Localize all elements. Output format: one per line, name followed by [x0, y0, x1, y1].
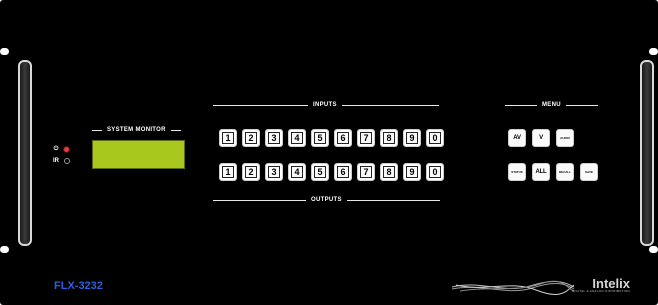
output-button-6[interactable]: 6 — [334, 163, 352, 181]
system-monitor-title: SYSTEM MONITOR — [107, 127, 166, 133]
output-button-2[interactable]: 2 — [242, 163, 260, 181]
menu-heading: MENU — [505, 102, 598, 108]
outputs-title: OUTPUTS — [311, 197, 342, 203]
brand-logo: Intelix DIGITAL & ANALOG DISTRIBUTION — [450, 276, 630, 296]
input-button-7[interactable]: 7 — [357, 129, 375, 147]
model-label: FLX-3232 — [54, 280, 103, 292]
rack-mount-hole — [0, 48, 9, 55]
divider — [346, 199, 440, 201]
video-button[interactable]: V — [532, 129, 550, 147]
rack-mount-hole — [649, 48, 658, 55]
output-button-1[interactable]: 1 — [219, 163, 237, 181]
ir-status: IR — [52, 156, 70, 166]
input-button-8[interactable]: 8 — [380, 129, 398, 147]
divider — [213, 199, 306, 201]
matrix-switcher-front-panel: ⏻ IR SYSTEM MONITOR INPUTS 1 2 3 4 5 6 7… — [0, 0, 658, 305]
output-button-7[interactable]: 7 — [357, 163, 375, 181]
brand-tagline: DIGITAL & ANALOG DISTRIBUTION — [571, 289, 630, 293]
divider — [92, 129, 102, 131]
menu-button-row-2: STATUS ALL RECALL SAVE — [508, 163, 598, 181]
status-indicators: ⏻ IR — [52, 144, 70, 168]
right-rack-ear — [640, 38, 658, 266]
divider — [170, 129, 181, 131]
input-button-5[interactable]: 5 — [311, 129, 329, 147]
inputs-heading: INPUTS — [213, 102, 439, 108]
rack-mount-hole — [649, 246, 658, 253]
save-button[interactable]: SAVE — [580, 163, 598, 181]
lcd-display — [92, 140, 185, 169]
recall-button[interactable]: RECALL — [556, 163, 574, 181]
power-status: ⏻ — [52, 144, 70, 154]
output-button-5[interactable]: 5 — [311, 163, 329, 181]
system-monitor-heading: SYSTEM MONITOR — [92, 127, 181, 133]
divider — [213, 104, 308, 106]
right-rack-handle[interactable] — [640, 60, 654, 246]
divider — [341, 104, 439, 106]
audio-button[interactable]: AUDIO — [556, 129, 574, 147]
output-button-8[interactable]: 8 — [380, 163, 398, 181]
rack-mount-hole — [0, 246, 9, 253]
input-button-1[interactable]: 1 — [219, 129, 237, 147]
power-icon: ⏻ — [53, 145, 59, 152]
output-button-9[interactable]: 9 — [403, 163, 421, 181]
input-button-4[interactable]: 4 — [288, 129, 306, 147]
menu-button-row-1: AV V AUDIO — [508, 129, 574, 147]
all-button[interactable]: ALL — [532, 163, 550, 181]
ir-led — [64, 158, 70, 164]
input-button-9[interactable]: 9 — [403, 129, 421, 147]
power-led — [64, 146, 69, 152]
divider — [505, 104, 537, 106]
input-button-2[interactable]: 2 — [242, 129, 260, 147]
output-button-0[interactable]: 0 — [426, 163, 444, 181]
av-button[interactable]: AV — [508, 129, 526, 147]
menu-title: MENU — [542, 102, 561, 108]
output-button-row: 1 2 3 4 5 6 7 8 9 0 — [219, 163, 444, 181]
brand-swoosh-icon — [451, 280, 575, 295]
left-rack-ear — [0, 38, 32, 266]
input-button-6[interactable]: 6 — [334, 129, 352, 147]
status-button[interactable]: STATUS — [508, 163, 526, 181]
ir-label: IR — [53, 158, 59, 164]
left-rack-handle[interactable] — [18, 60, 32, 246]
outputs-heading: OUTPUTS — [213, 197, 440, 203]
inputs-title: INPUTS — [313, 102, 337, 108]
output-button-3[interactable]: 3 — [265, 163, 283, 181]
input-button-3[interactable]: 3 — [265, 129, 283, 147]
output-button-4[interactable]: 4 — [288, 163, 306, 181]
input-button-row: 1 2 3 4 5 6 7 8 9 0 — [219, 129, 444, 147]
divider — [565, 104, 598, 106]
input-button-0[interactable]: 0 — [426, 129, 444, 147]
